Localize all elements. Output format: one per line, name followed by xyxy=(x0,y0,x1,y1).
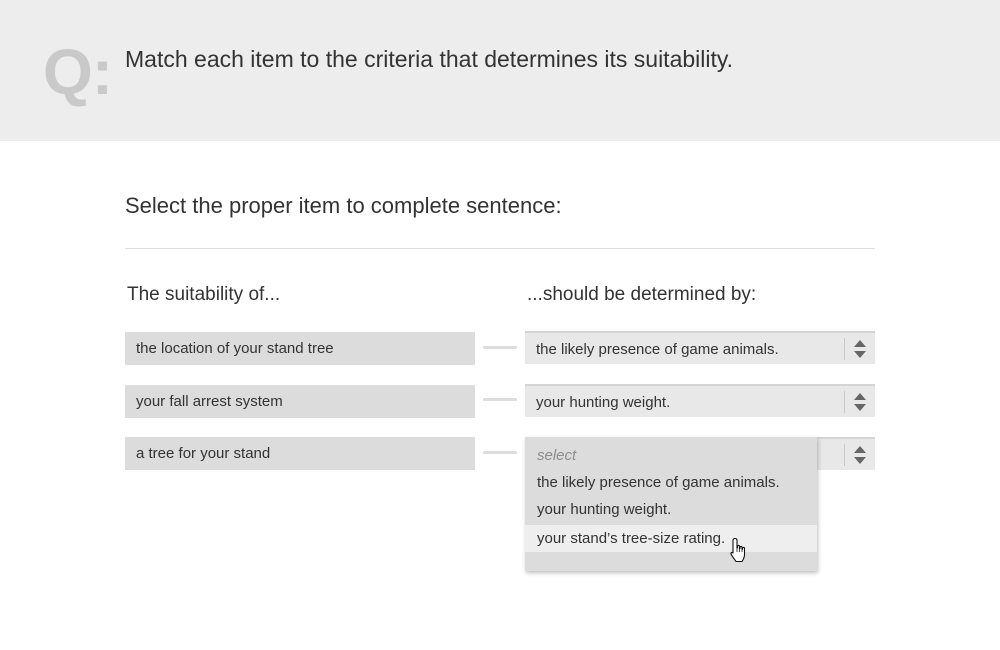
criteria-dropdown-list: select the likely presence of game anima… xyxy=(525,437,817,571)
match-item-3: a tree for your stand xyxy=(125,437,475,470)
select-separator xyxy=(844,338,845,360)
instruction-text: Select the proper item to complete sente… xyxy=(125,193,562,218)
connector-line-3 xyxy=(483,451,517,454)
connector-line-1 xyxy=(483,346,517,349)
criteria-select-2-value: your hunting weight. xyxy=(536,394,671,411)
criteria-select-2[interactable]: your hunting weight. xyxy=(525,384,875,417)
select-separator xyxy=(844,444,845,466)
match-item-2: your fall arrest system xyxy=(125,385,475,418)
question-prefix: Q: xyxy=(43,36,113,108)
dropdown-option[interactable]: the likely presence of game animals. xyxy=(525,469,817,496)
criteria-select-1[interactable]: the likely presence of game animals. xyxy=(525,331,875,364)
connector-line-2 xyxy=(483,398,517,401)
hand-pointer-icon xyxy=(730,537,746,563)
dropdown-option-hovered[interactable]: your stand’s tree-size rating. xyxy=(525,525,817,552)
up-down-arrows-icon[interactable] xyxy=(852,445,868,467)
select-separator xyxy=(844,391,845,413)
left-column-header: The suitability of... xyxy=(127,284,281,305)
match-item-1: the location of your stand tree xyxy=(125,332,475,365)
up-down-arrows-icon[interactable] xyxy=(852,339,868,361)
criteria-select-1-value: the likely presence of game animals. xyxy=(536,341,779,358)
right-column-header: ...should be determined by: xyxy=(527,284,757,305)
up-down-arrows-icon[interactable] xyxy=(852,392,868,414)
question-text: Match each item to the criteria that det… xyxy=(125,46,734,72)
question-banner: Q: Match each item to the criteria that … xyxy=(0,0,1000,141)
dropdown-option[interactable]: your hunting weight. xyxy=(525,496,817,523)
section-divider xyxy=(125,248,875,249)
dropdown-placeholder[interactable]: select xyxy=(525,442,817,469)
